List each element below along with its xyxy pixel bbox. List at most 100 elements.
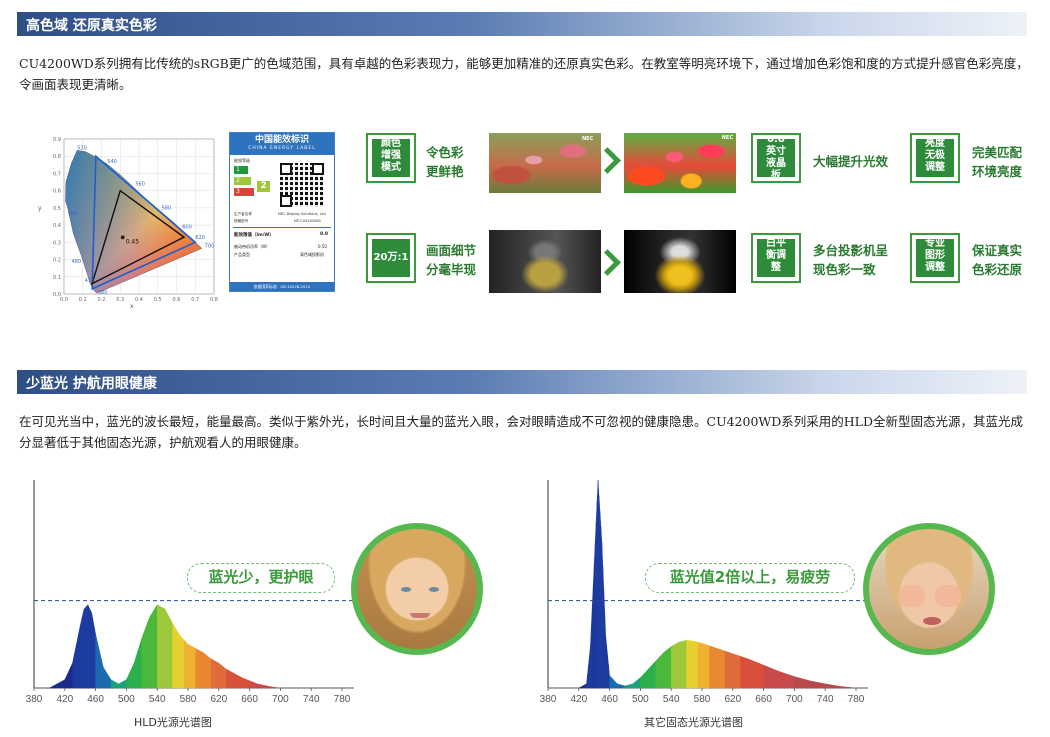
spectrum-slice bbox=[220, 664, 223, 689]
maker-value: NEC Display Solutions, Ltd. bbox=[278, 212, 327, 216]
spectrum-slice bbox=[651, 662, 655, 689]
spectrum-caption-hld: HLD光源光谱图 bbox=[134, 716, 212, 729]
spectrum-slice bbox=[697, 641, 701, 689]
spectrum-slice bbox=[193, 647, 196, 689]
feature-icon-text: 专业图形调整 bbox=[916, 238, 954, 277]
cie-x-tick: 0.3 bbox=[116, 297, 124, 303]
cie-wavelength-label: 380 bbox=[98, 290, 108, 296]
feature-label-line2: 更鲜艳 bbox=[426, 164, 464, 179]
spectrum-slice bbox=[790, 674, 795, 689]
spectrum-slice bbox=[274, 686, 277, 689]
tulip-photo-before bbox=[489, 133, 601, 193]
spectrum-slice bbox=[60, 679, 65, 689]
spectrum-slice bbox=[844, 686, 849, 689]
spectrum-slice bbox=[676, 641, 680, 689]
spectral-locus-blue bbox=[65, 150, 202, 294]
spectrum-slice bbox=[257, 683, 260, 689]
spectrum-slice bbox=[665, 649, 668, 689]
x-tick-label: 580 bbox=[694, 694, 711, 705]
cie-chromaticity-diagram: 0.45 0.0 0.1 0.2 0.3 0.4 0.5 0.6 0.7 0.8 0.00.10… bbox=[38, 137, 218, 310]
spectrum-slice bbox=[243, 678, 246, 689]
spectrum-slice bbox=[76, 634, 79, 689]
cie-y-ticks: 0.0 0.1 0.2 0.3 0.4 0.5 0.6 0.7 0.8 0.9 bbox=[53, 137, 61, 298]
feature-brightness: 亮度无极调整 bbox=[910, 133, 960, 183]
spectrum-slice bbox=[755, 661, 760, 689]
spectrum-slice bbox=[199, 650, 202, 689]
row1-label: 能效限值（lm/W） bbox=[234, 233, 274, 238]
spectrum-slice bbox=[763, 664, 768, 689]
spectrum-slice bbox=[195, 648, 198, 689]
spectrum-slice bbox=[657, 656, 660, 689]
spectrum-slice bbox=[133, 656, 137, 689]
spectrum-slice bbox=[671, 645, 674, 689]
hld-spectrum-chart: 380 420 460 500 540 580 620 660 700 740 780 bbox=[26, 480, 354, 705]
cie-x-tick: 0.0 bbox=[60, 297, 68, 303]
feature-label: 多台投影机呈 现色彩一致 bbox=[813, 241, 888, 279]
cie-y-tick: 0.3 bbox=[53, 240, 61, 246]
spectrum-slice bbox=[241, 677, 245, 689]
cie-wavelength-label: 490 bbox=[68, 211, 78, 217]
x-tick-label: 380 bbox=[26, 694, 43, 705]
spectrum-slice bbox=[713, 646, 718, 689]
section-title: 高色域 还原真实色彩 bbox=[26, 18, 157, 34]
cie-wavelength-label: 560 bbox=[135, 182, 145, 188]
spectrum-slice bbox=[672, 643, 676, 689]
cie-wavelength-label: 520 bbox=[77, 145, 87, 151]
spectrum-slice bbox=[813, 681, 818, 689]
feature-label-line2: 分毫毕现 bbox=[426, 262, 477, 277]
spectrum-slice bbox=[649, 664, 653, 689]
energy-label-divider bbox=[233, 227, 331, 228]
spectrum-slice bbox=[690, 640, 693, 689]
spectrum-slice bbox=[778, 671, 784, 689]
spectrum-slice bbox=[49, 685, 54, 689]
spectrum-slice bbox=[239, 676, 243, 689]
spectrum-slice bbox=[130, 667, 133, 689]
spectrum-slice bbox=[66, 671, 69, 689]
spectrum-slice bbox=[584, 683, 587, 689]
model-value: NP-CU4200WD bbox=[294, 219, 321, 223]
spectrum-slice bbox=[578, 686, 581, 689]
spectrum-slice bbox=[249, 680, 252, 689]
feature-icon-text: 20万:1 bbox=[372, 239, 410, 277]
spectrum-slice bbox=[620, 684, 624, 689]
spectrum-slice bbox=[694, 640, 697, 689]
cie-x-tick: 0.7 bbox=[191, 297, 199, 303]
spectrum-slice bbox=[669, 645, 672, 689]
energy-label-title: 中国能效标识 bbox=[254, 135, 309, 145]
spectrum-slice bbox=[164, 608, 168, 689]
spectrum-slice bbox=[630, 683, 633, 689]
cie-wavelength-label: 470 bbox=[85, 278, 95, 284]
spectrum-slice bbox=[145, 622, 148, 689]
x-tick-label: 420 bbox=[56, 694, 73, 705]
spectrum-slice bbox=[255, 682, 258, 689]
feature-label: 令色彩 更鲜艳 bbox=[426, 143, 486, 181]
spectrum-slice bbox=[118, 682, 121, 689]
spectrum-slice bbox=[230, 671, 233, 689]
spectrum-slice bbox=[786, 673, 791, 689]
feature-label: 大幅提升光效 bbox=[813, 152, 888, 171]
feature-icon-text: 白平衡调整 bbox=[757, 238, 795, 277]
spectrum-slice bbox=[126, 675, 129, 689]
spectrum-slice bbox=[611, 677, 614, 689]
spectrum-slice bbox=[235, 674, 239, 689]
spectrum-slice bbox=[751, 660, 757, 689]
feature-label-line1: 画面细节 bbox=[426, 243, 477, 258]
feature-icon-text: 0.8英寸液晶板 bbox=[757, 134, 795, 181]
spectrum-slice bbox=[634, 680, 637, 689]
cie-x-tick: 0.5 bbox=[154, 297, 162, 303]
row1-value: 8.0 bbox=[320, 232, 328, 237]
spectrum-slice bbox=[628, 684, 631, 689]
spectrum-slice bbox=[771, 667, 776, 689]
cie-y-tick: 0.2 bbox=[53, 258, 61, 264]
section-paragraph: 在可见光当中，蓝光的波长最短，能量最高。类似于紫外光，长时间且大量的蓝光入眼，会… bbox=[19, 414, 1024, 450]
cie-x-ticks: 0.0 0.1 0.2 0.3 0.4 0.5 0.6 0.7 0.8 bbox=[60, 297, 218, 303]
spectrum-slice bbox=[120, 681, 123, 689]
x-tick-label: 460 bbox=[87, 694, 104, 705]
spectrum-slice bbox=[264, 685, 268, 689]
spectrum-slice bbox=[155, 604, 158, 689]
spectrum-slice bbox=[157, 604, 160, 689]
spectrum-slice bbox=[64, 675, 67, 689]
spectrum-slice bbox=[774, 669, 780, 689]
feature-white-balance: 白平衡调整 bbox=[751, 233, 801, 283]
spectrum-slice bbox=[617, 683, 620, 689]
